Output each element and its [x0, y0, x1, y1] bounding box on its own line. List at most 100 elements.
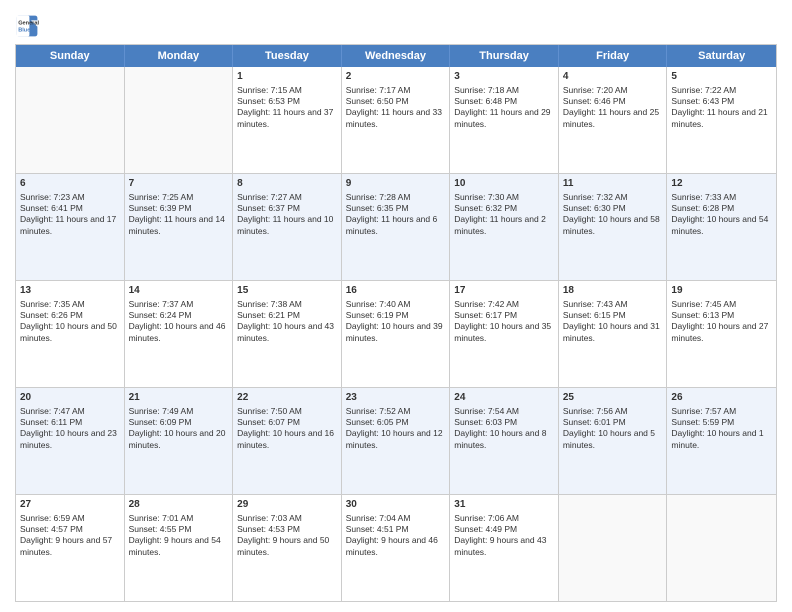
sunset-text: Sunset: 6:03 PM — [454, 417, 517, 427]
daylight-text: Daylight: 11 hours and 17 minutes. — [20, 214, 116, 235]
cal-cell-r3-c2: 22Sunrise: 7:50 AMSunset: 6:07 PMDayligh… — [233, 388, 342, 494]
calendar: Sunday Monday Tuesday Wednesday Thursday… — [15, 44, 777, 602]
day-number: 28 — [129, 498, 229, 512]
daylight-text: Daylight: 10 hours and 5 minutes. — [563, 428, 655, 449]
sunset-text: Sunset: 6:19 PM — [346, 310, 409, 320]
calendar-row-3: 20Sunrise: 7:47 AMSunset: 6:11 PMDayligh… — [16, 388, 776, 495]
cal-cell-r4-c3: 30Sunrise: 7:04 AMSunset: 4:51 PMDayligh… — [342, 495, 451, 601]
day-number: 14 — [129, 284, 229, 298]
day-number: 3 — [454, 70, 554, 84]
header-saturday: Saturday — [667, 45, 776, 67]
daylight-text: Daylight: 10 hours and 46 minutes. — [129, 321, 226, 342]
sunset-text: Sunset: 6:11 PM — [20, 417, 82, 427]
daylight-text: Daylight: 10 hours and 27 minutes. — [671, 321, 768, 342]
sunset-text: Sunset: 6:50 PM — [346, 96, 409, 106]
sunset-text: Sunset: 6:01 PM — [563, 417, 626, 427]
sunrise-text: Sunrise: 7:52 AM — [346, 406, 411, 416]
daylight-text: Daylight: 11 hours and 10 minutes. — [237, 214, 333, 235]
sunrise-text: Sunrise: 7:56 AM — [563, 406, 628, 416]
sunrise-text: Sunrise: 7:18 AM — [454, 85, 519, 95]
sunset-text: Sunset: 6:46 PM — [563, 96, 626, 106]
sunset-text: Sunset: 6:07 PM — [237, 417, 300, 427]
cal-cell-r4-c6 — [667, 495, 776, 601]
sunrise-text: Sunrise: 7:20 AM — [563, 85, 628, 95]
day-number: 26 — [671, 391, 772, 405]
sunrise-text: Sunrise: 7:30 AM — [454, 192, 519, 202]
daylight-text: Daylight: 10 hours and 54 minutes. — [671, 214, 768, 235]
cal-cell-r0-c5: 4Sunrise: 7:20 AMSunset: 6:46 PMDaylight… — [559, 67, 668, 173]
cal-cell-r4-c1: 28Sunrise: 7:01 AMSunset: 4:55 PMDayligh… — [125, 495, 234, 601]
sunset-text: Sunset: 6:35 PM — [346, 203, 409, 213]
cal-cell-r0-c2: 1Sunrise: 7:15 AMSunset: 6:53 PMDaylight… — [233, 67, 342, 173]
cal-cell-r2-c5: 18Sunrise: 7:43 AMSunset: 6:15 PMDayligh… — [559, 281, 668, 387]
logo-icon: General Blue — [15, 14, 39, 38]
cal-cell-r0-c6: 5Sunrise: 7:22 AMSunset: 6:43 PMDaylight… — [667, 67, 776, 173]
sunset-text: Sunset: 6:39 PM — [129, 203, 192, 213]
sunrise-text: Sunrise: 7:17 AM — [346, 85, 411, 95]
sunset-text: Sunset: 6:24 PM — [129, 310, 192, 320]
sunrise-text: Sunrise: 7:54 AM — [454, 406, 519, 416]
calendar-row-4: 27Sunrise: 6:59 AMSunset: 4:57 PMDayligh… — [16, 495, 776, 601]
svg-text:General: General — [18, 20, 39, 26]
sunset-text: Sunset: 6:48 PM — [454, 96, 517, 106]
sunset-text: Sunset: 6:17 PM — [454, 310, 517, 320]
day-number: 31 — [454, 498, 554, 512]
daylight-text: Daylight: 11 hours and 14 minutes. — [129, 214, 225, 235]
cal-cell-r1-c6: 12Sunrise: 7:33 AMSunset: 6:28 PMDayligh… — [667, 174, 776, 280]
cal-cell-r4-c4: 31Sunrise: 7:06 AMSunset: 4:49 PMDayligh… — [450, 495, 559, 601]
day-number: 2 — [346, 70, 446, 84]
daylight-text: Daylight: 11 hours and 6 minutes. — [346, 214, 438, 235]
sunset-text: Sunset: 4:51 PM — [346, 524, 409, 534]
cal-cell-r1-c4: 10Sunrise: 7:30 AMSunset: 6:32 PMDayligh… — [450, 174, 559, 280]
day-number: 15 — [237, 284, 337, 298]
cal-cell-r4-c0: 27Sunrise: 6:59 AMSunset: 4:57 PMDayligh… — [16, 495, 125, 601]
page: General Blue Sunday Monday Tuesday Wedne… — [0, 0, 792, 612]
day-number: 6 — [20, 177, 120, 191]
day-number: 24 — [454, 391, 554, 405]
day-number: 19 — [671, 284, 772, 298]
day-number: 7 — [129, 177, 229, 191]
day-number: 17 — [454, 284, 554, 298]
sunrise-text: Sunrise: 7:33 AM — [671, 192, 736, 202]
daylight-text: Daylight: 10 hours and 50 minutes. — [20, 321, 117, 342]
sunrise-text: Sunrise: 7:04 AM — [346, 513, 411, 523]
sunrise-text: Sunrise: 7:23 AM — [20, 192, 85, 202]
sunrise-text: Sunrise: 7:15 AM — [237, 85, 302, 95]
daylight-text: Daylight: 11 hours and 2 minutes. — [454, 214, 546, 235]
cal-cell-r2-c3: 16Sunrise: 7:40 AMSunset: 6:19 PMDayligh… — [342, 281, 451, 387]
cal-cell-r2-c2: 15Sunrise: 7:38 AMSunset: 6:21 PMDayligh… — [233, 281, 342, 387]
day-number: 27 — [20, 498, 120, 512]
sunset-text: Sunset: 6:15 PM — [563, 310, 626, 320]
day-number: 25 — [563, 391, 663, 405]
cal-cell-r2-c4: 17Sunrise: 7:42 AMSunset: 6:17 PMDayligh… — [450, 281, 559, 387]
calendar-row-0: 1Sunrise: 7:15 AMSunset: 6:53 PMDaylight… — [16, 67, 776, 174]
sunset-text: Sunset: 4:55 PM — [129, 524, 192, 534]
header-monday: Monday — [125, 45, 234, 67]
day-number: 22 — [237, 391, 337, 405]
sunset-text: Sunset: 6:09 PM — [129, 417, 192, 427]
day-number: 30 — [346, 498, 446, 512]
cal-cell-r2-c1: 14Sunrise: 7:37 AMSunset: 6:24 PMDayligh… — [125, 281, 234, 387]
cal-cell-r0-c3: 2Sunrise: 7:17 AMSunset: 6:50 PMDaylight… — [342, 67, 451, 173]
daylight-text: Daylight: 10 hours and 39 minutes. — [346, 321, 443, 342]
sunset-text: Sunset: 6:13 PM — [671, 310, 734, 320]
cal-cell-r4-c5 — [559, 495, 668, 601]
daylight-text: Daylight: 10 hours and 35 minutes. — [454, 321, 551, 342]
cal-cell-r1-c2: 8Sunrise: 7:27 AMSunset: 6:37 PMDaylight… — [233, 174, 342, 280]
sunset-text: Sunset: 6:37 PM — [237, 203, 300, 213]
day-number: 10 — [454, 177, 554, 191]
daylight-text: Daylight: 11 hours and 33 minutes. — [346, 107, 442, 128]
daylight-text: Daylight: 10 hours and 31 minutes. — [563, 321, 660, 342]
daylight-text: Daylight: 9 hours and 57 minutes. — [20, 535, 112, 556]
sunset-text: Sunset: 6:26 PM — [20, 310, 83, 320]
daylight-text: Daylight: 11 hours and 25 minutes. — [563, 107, 659, 128]
sunset-text: Sunset: 6:30 PM — [563, 203, 626, 213]
header-tuesday: Tuesday — [233, 45, 342, 67]
svg-text:Blue: Blue — [18, 28, 30, 34]
header: General Blue — [15, 10, 777, 38]
daylight-text: Daylight: 10 hours and 12 minutes. — [346, 428, 443, 449]
cal-cell-r1-c5: 11Sunrise: 7:32 AMSunset: 6:30 PMDayligh… — [559, 174, 668, 280]
daylight-text: Daylight: 10 hours and 23 minutes. — [20, 428, 117, 449]
cal-cell-r3-c5: 25Sunrise: 7:56 AMSunset: 6:01 PMDayligh… — [559, 388, 668, 494]
sunset-text: Sunset: 6:28 PM — [671, 203, 734, 213]
